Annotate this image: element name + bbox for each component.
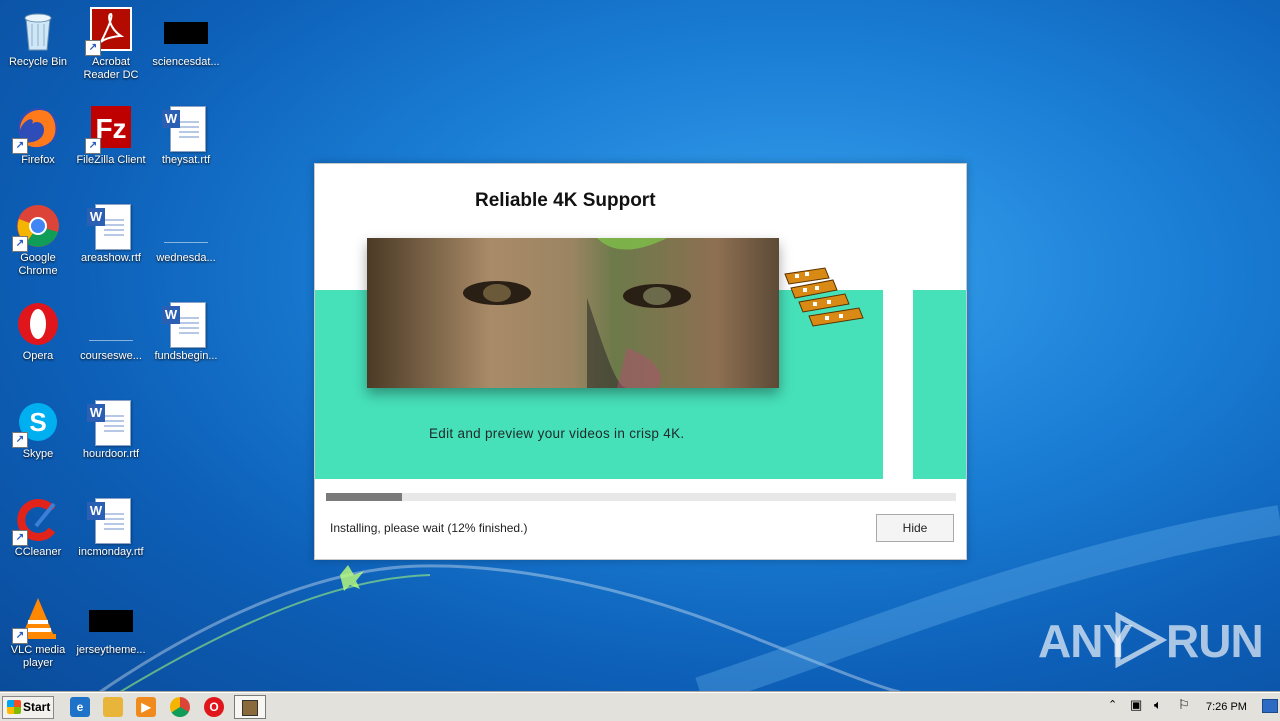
desktop-icon-sciencesdat[interactable]: sciencesdat...: [148, 0, 224, 69]
desktop-icon-opera[interactable]: Opera: [0, 294, 76, 363]
shortcut-arrow-icon: ↗: [12, 236, 28, 252]
icon-label: areashow.rtf: [81, 252, 141, 264]
file-thumbnail-icon: [87, 300, 135, 348]
show-hidden-icons-icon[interactable]: ⌃: [1108, 698, 1117, 711]
icon-label: wednesda...: [156, 252, 216, 264]
media-player-icon[interactable]: ▶: [136, 697, 156, 717]
show-desktop-button[interactable]: [1262, 699, 1278, 713]
icon-label: jerseytheme...: [76, 644, 146, 656]
shortcut-arrow-icon: ↗: [85, 138, 101, 154]
icon-label: FileZilla Client: [76, 154, 146, 166]
action-center-flag-icon[interactable]: ⚐: [1178, 697, 1190, 713]
icon-label: courseswe...: [80, 350, 142, 362]
anyrun-watermark: ANY RUN: [1038, 611, 1264, 672]
desktop-icon-jerseytheme[interactable]: jerseytheme...: [73, 588, 149, 657]
shortcut-arrow-icon: ↗: [12, 530, 28, 546]
icon-label: Google Chrome: [18, 252, 58, 277]
icon-label: Firefox: [21, 154, 55, 166]
desktop-icon-recycle-bin[interactable]: Recycle Bin: [0, 0, 76, 69]
explorer-icon[interactable]: [103, 697, 123, 717]
opera-icon: [14, 300, 62, 348]
desktop-icon-wednesda[interactable]: wednesda...: [148, 196, 224, 265]
system-tray: ⌃ ▣ 🔈︎ ⚐: [1104, 695, 1200, 717]
windows-logo-icon: [7, 700, 21, 714]
hide-button[interactable]: Hide: [876, 514, 954, 542]
slide-photo: [367, 238, 779, 388]
film-strip-icon: [784, 267, 864, 327]
start-label: Start: [23, 700, 51, 714]
icon-label: hourdoor.rtf: [82, 448, 140, 460]
clock[interactable]: 7:26 PM: [1206, 701, 1247, 713]
word-document-icon: W: [162, 300, 210, 348]
icon-label: sciencesdat...: [152, 56, 220, 68]
icon-label: theysat.rtf: [161, 154, 211, 166]
face-image: [367, 238, 779, 388]
svg-text:S: S: [29, 407, 46, 437]
filezilla-icon: Fz ↗: [85, 104, 135, 154]
slide-title: Reliable 4K Support: [475, 190, 656, 211]
icon-label: CCleaner: [14, 546, 62, 558]
word-document-icon: W: [87, 398, 135, 446]
word-document-icon: W: [87, 496, 135, 544]
shortcut-arrow-icon: ↗: [12, 628, 28, 644]
desktop-icon-fundsbegin[interactable]: W fundsbegin...: [148, 294, 224, 363]
install-progress-bar: [326, 493, 956, 501]
recycle-bin-icon: [14, 6, 62, 54]
install-status-text: Installing, please wait (12% finished.): [330, 521, 528, 535]
desktop-icon-ccleaner[interactable]: ↗ CCleaner: [0, 490, 76, 559]
file-thumbnail-icon: [87, 594, 135, 642]
ccleaner-icon: ↗: [12, 496, 62, 546]
desktop-icon-hourdoor-rtf[interactable]: W hourdoor.rtf: [73, 392, 149, 461]
firefox-icon: ↗: [12, 104, 62, 154]
chrome-icon: ↗: [12, 202, 62, 252]
shortcut-arrow-icon: ↗: [85, 40, 101, 56]
word-document-icon: W: [87, 202, 135, 250]
skype-icon: S ↗: [12, 398, 62, 448]
desktop-icon-google-chrome[interactable]: ↗ Google Chrome: [0, 196, 76, 278]
slide-caption: Edit and preview your videos in crisp 4K…: [429, 426, 685, 441]
volume-icon[interactable]: 🔈︎: [1154, 697, 1162, 713]
desktop-icon-vlc[interactable]: ↗ VLC media player: [0, 588, 76, 670]
slide-teal-band-right: [913, 290, 966, 479]
desktop: Recycle Bin ↗ Acrobat Reader DC sciences…: [0, 0, 1280, 692]
desktop-icon-incmonday-rtf[interactable]: W incmonday.rtf: [73, 490, 149, 559]
installer-icon: [242, 700, 258, 716]
internet-explorer-icon[interactable]: e: [70, 697, 90, 717]
shortcut-arrow-icon: ↗: [12, 138, 28, 154]
play-logo-icon: [1115, 611, 1168, 669]
network-icon[interactable]: ▣: [1130, 697, 1142, 713]
opera-icon[interactable]: O: [204, 697, 224, 717]
icon-label: Acrobat Reader DC: [83, 56, 139, 81]
installer-taskbar-button[interactable]: [234, 695, 266, 719]
desktop-icon-skype[interactable]: S ↗ Skype: [0, 392, 76, 461]
desktop-icon-filezilla[interactable]: Fz ↗ FileZilla Client: [73, 98, 149, 167]
start-button[interactable]: Start: [2, 696, 54, 719]
icon-label: Skype: [22, 448, 54, 460]
acrobat-reader-icon: ↗: [85, 6, 135, 56]
icon-label: Recycle Bin: [8, 56, 68, 68]
desktop-icon-theysat-rtf[interactable]: W theysat.rtf: [148, 98, 224, 167]
file-thumbnail-icon: [162, 202, 210, 250]
icon-label: VLC media player: [10, 644, 66, 669]
watermark-right: RUN: [1166, 615, 1264, 667]
vlc-icon: ↗: [12, 594, 62, 644]
chrome-icon[interactable]: [170, 697, 190, 717]
icon-label: Opera: [22, 350, 54, 362]
desktop-icon-areashow-rtf[interactable]: W areashow.rtf: [73, 196, 149, 265]
desktop-icon-courseswe[interactable]: courseswe...: [73, 294, 149, 363]
desktop-icon-firefox[interactable]: ↗ Firefox: [0, 98, 76, 167]
file-thumbnail-icon: [162, 6, 210, 54]
icon-label: incmonday.rtf: [78, 546, 144, 558]
word-document-icon: W: [162, 104, 210, 152]
install-progress-fill: [326, 493, 402, 501]
shortcut-arrow-icon: ↗: [12, 432, 28, 448]
installer-window: Reliable 4K Support Edit and preview you…: [314, 163, 967, 560]
taskbar: Start e ▶ O ⌃ ▣ 🔈︎ ⚐ 7:26 PM: [0, 692, 1280, 721]
icon-label: fundsbegin...: [154, 350, 218, 362]
desktop-icon-acrobat-reader[interactable]: ↗ Acrobat Reader DC: [73, 0, 149, 82]
